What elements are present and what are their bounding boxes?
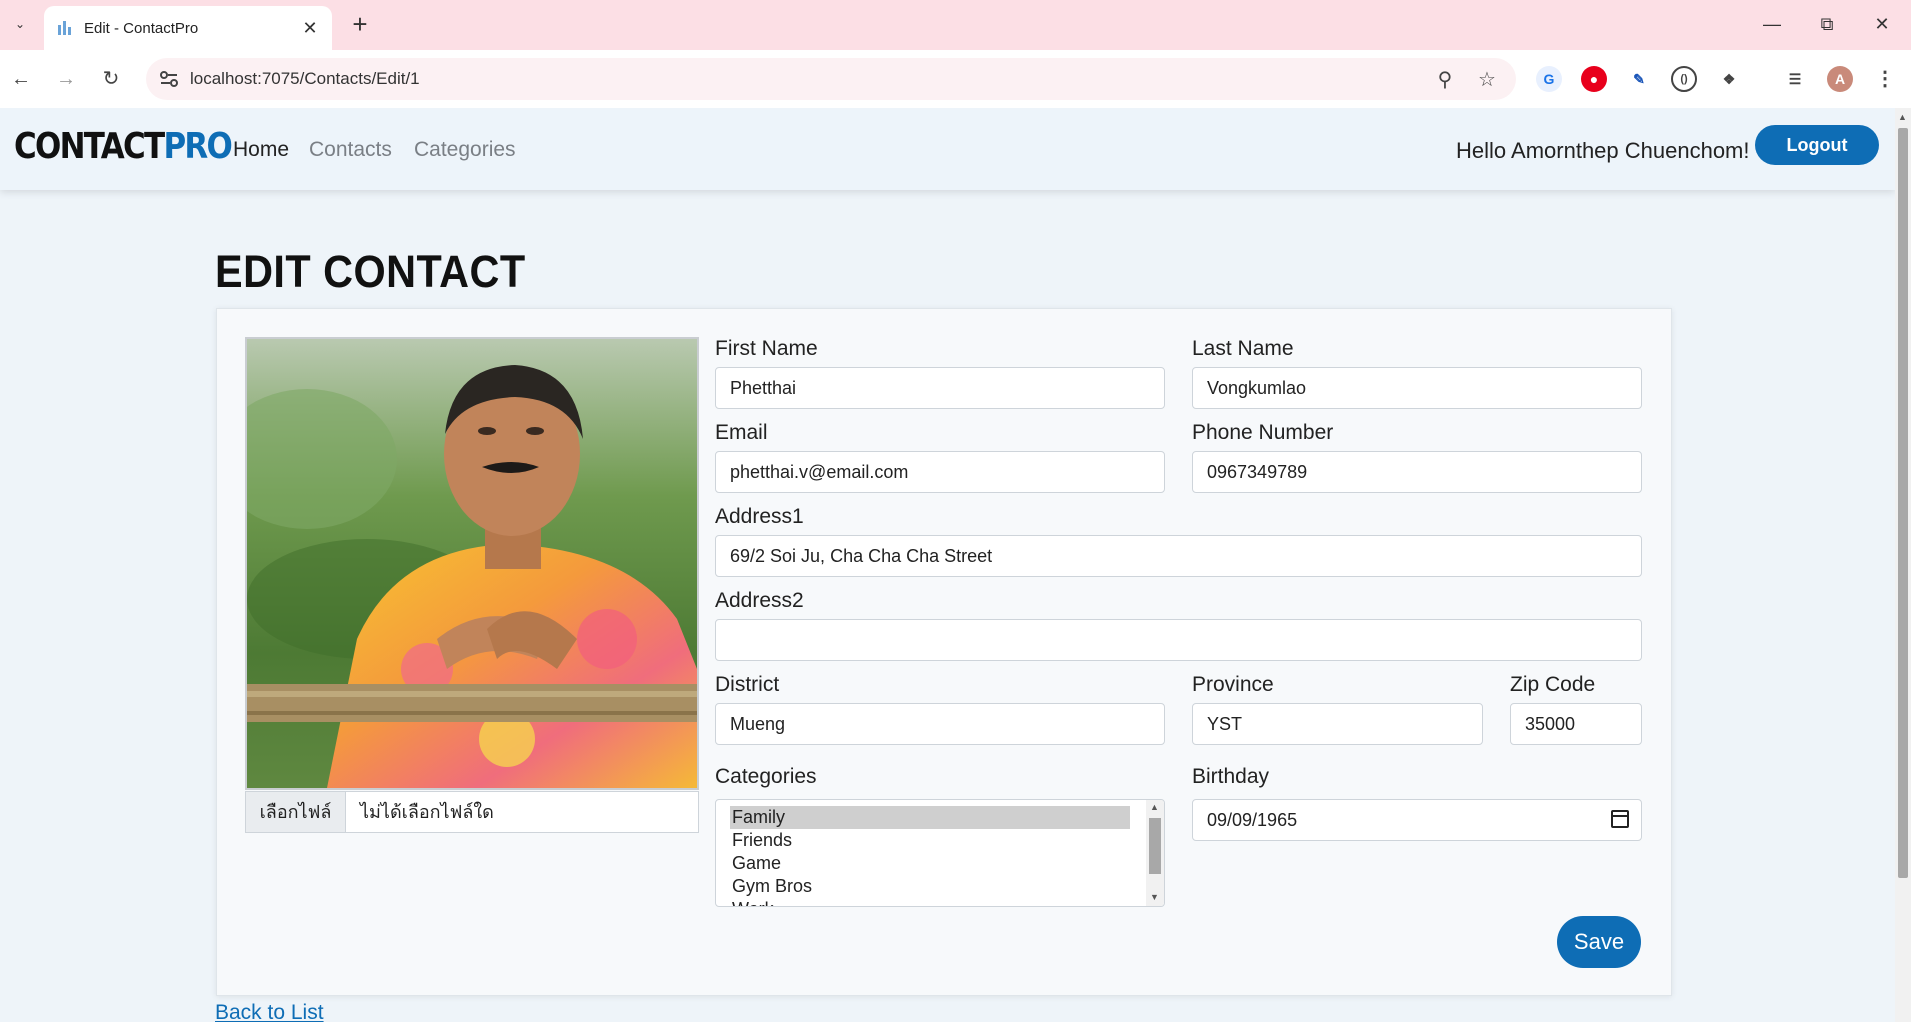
choose-file-button[interactable]: เลือกไฟล์	[246, 792, 346, 832]
browser-tab[interactable]: Edit - ContactPro ✕	[44, 6, 332, 50]
email-input[interactable]: phetthai.v@email.com	[715, 451, 1165, 493]
scroll-up-arrow-icon[interactable]: ▲	[1150, 802, 1159, 812]
devtools-extension-icon[interactable]: ()	[1671, 66, 1697, 92]
tab-title: Edit - ContactPro	[84, 19, 199, 37]
new-tab-icon[interactable]: +	[346, 10, 374, 38]
birthday-value: 09/09/1965	[1207, 810, 1298, 830]
last-name-label: Last Name	[1192, 337, 1294, 360]
minimize-icon[interactable]: —	[1752, 10, 1792, 38]
forward-arrow-icon[interactable]: →	[51, 64, 81, 94]
back-arrow-icon[interactable]: ←	[6, 64, 36, 94]
page-scroll-thumb[interactable]	[1898, 128, 1908, 878]
calendar-icon[interactable]	[1611, 810, 1629, 828]
district-input[interactable]: Mueng	[715, 703, 1165, 745]
window-close-icon[interactable]: ✕	[1862, 10, 1902, 38]
nav-link-contacts[interactable]: Contacts	[309, 138, 392, 162]
site-settings-icon[interactable]	[158, 68, 180, 90]
address2-label: Address2	[715, 589, 804, 612]
province-input[interactable]: YST	[1192, 703, 1483, 745]
reload-icon[interactable]: ↻	[96, 64, 126, 94]
zip-code-input[interactable]: 35000	[1510, 703, 1642, 745]
profile-avatar-icon[interactable]: A	[1827, 66, 1853, 92]
phone-input[interactable]: 0967349789	[1192, 451, 1642, 493]
edit-extension-icon[interactable]: ✎	[1626, 66, 1652, 92]
nav-link-categories[interactable]: Categories	[414, 138, 516, 162]
first-name-label: First Name	[715, 337, 818, 360]
page-viewport: CONTACTPRO Home Contacts Categories Hell…	[0, 108, 1895, 1022]
categories-select[interactable]: Family Friends Game Gym Bros Work ▲ ▼	[715, 799, 1165, 907]
browser-toolbar: ← → ↻ localhost:7075/Contacts/Edit/1 ⚲ ☆…	[0, 50, 1911, 108]
categories-scrollbar[interactable]: ▲ ▼	[1146, 800, 1164, 906]
address1-label: Address1	[715, 505, 804, 528]
address2-input[interactable]	[715, 619, 1642, 661]
translate-extension-icon[interactable]: G	[1536, 66, 1562, 92]
back-to-list-link[interactable]: Back to List	[215, 1001, 324, 1022]
logout-button[interactable]: Logout	[1755, 125, 1879, 165]
address-bar[interactable]: localhost:7075/Contacts/Edit/1 ⚲ ☆	[146, 58, 1516, 100]
zip-code-label: Zip Code	[1510, 673, 1596, 696]
scroll-down-arrow-icon[interactable]: ▼	[1150, 892, 1159, 902]
photo-file-input[interactable]: เลือกไฟล์ ไม่ได้เลือกไฟล์ใด	[245, 791, 699, 833]
category-option[interactable]: Work	[730, 898, 1130, 906]
last-name-input[interactable]: Vongkumlao	[1192, 367, 1642, 409]
district-label: District	[715, 673, 780, 696]
birthday-date-input[interactable]: 09/09/1965	[1192, 799, 1642, 841]
category-option[interactable]: Friends	[730, 829, 1130, 852]
bookmark-star-icon[interactable]: ☆	[1474, 67, 1500, 92]
province-label: Province	[1192, 673, 1274, 696]
tab-close-icon[interactable]: ✕	[300, 18, 320, 39]
adblock-extension-icon[interactable]: ●	[1581, 66, 1607, 92]
brand-pro-text: PRO	[163, 126, 232, 167]
brand-logo[interactable]: CONTACTPRO	[14, 126, 233, 167]
address1-input[interactable]: 69/2 Soi Ju, Cha Cha Cha Street	[715, 535, 1642, 577]
category-option[interactable]: Game	[730, 852, 1130, 875]
contact-photo-image	[247, 339, 697, 788]
url-text: localhost:7075/Contacts/Edit/1	[190, 69, 420, 88]
app-navbar: CONTACTPRO Home Contacts Categories Hell…	[0, 108, 1895, 190]
browser-tab-strip: ⌄ Edit - ContactPro ✕ + — ⧉ ✕	[0, 0, 1911, 50]
browser-menu-icon[interactable]: ⋮	[1872, 66, 1898, 92]
extensions-puzzle-icon[interactable]: ❖	[1716, 66, 1742, 92]
phone-label: Phone Number	[1192, 421, 1334, 444]
tab-search-chevron-icon[interactable]: ⌄	[8, 12, 32, 36]
page-title: EDIT CONTACT	[215, 246, 526, 297]
first-name-input[interactable]: Phetthai	[715, 367, 1165, 409]
birthday-label: Birthday	[1192, 765, 1270, 788]
email-label: Email	[715, 421, 768, 444]
zoom-icon[interactable]: ⚲	[1432, 67, 1458, 92]
edit-contact-card: เลือกไฟล์ ไม่ได้เลือกไฟล์ใด First Name P…	[216, 308, 1672, 996]
page-scroll-up-icon[interactable]: ▲	[1898, 112, 1907, 122]
contact-photo	[245, 337, 699, 790]
nav-link-home[interactable]: Home	[233, 138, 289, 162]
page-scrollbar[interactable]: ▲	[1895, 108, 1911, 1022]
page-favicon-icon	[56, 19, 74, 37]
media-queue-icon[interactable]: ☰	[1782, 66, 1808, 92]
categories-label: Categories	[715, 765, 817, 788]
categories-scroll-thumb[interactable]	[1149, 818, 1161, 874]
user-greeting: Hello Amornthep Chuenchom!	[1456, 138, 1750, 163]
brand-contact-text: CONTACT	[14, 126, 165, 167]
file-status-text: ไม่ได้เลือกไฟล์ใด	[360, 802, 494, 822]
category-option[interactable]: Gym Bros	[730, 875, 1130, 898]
save-button[interactable]: Save	[1557, 916, 1641, 968]
restore-icon[interactable]: ⧉	[1807, 10, 1847, 38]
category-option[interactable]: Family	[730, 806, 1130, 829]
